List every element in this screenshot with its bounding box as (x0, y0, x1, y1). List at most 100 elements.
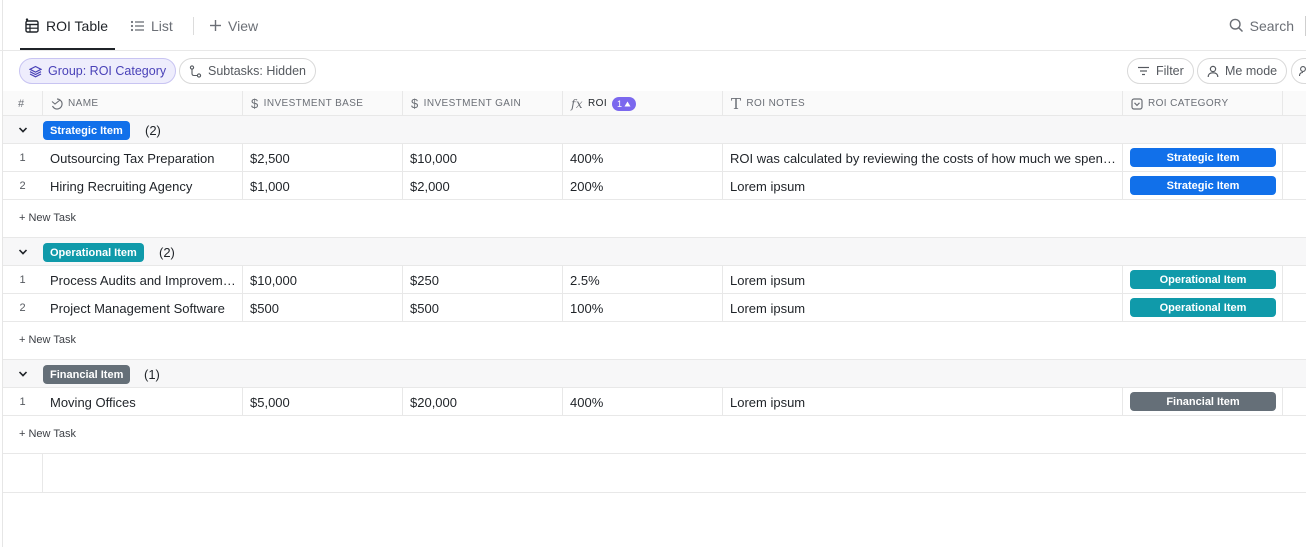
new-task-button[interactable]: + New Task (3, 322, 1306, 360)
column-divider (42, 454, 43, 493)
roi-notes-value: Lorem ipsum (730, 272, 806, 288)
roi-notes-cell[interactable]: Lorem ipsum (723, 172, 1123, 200)
category-badge[interactable]: Operational Item (1130, 270, 1276, 289)
chevron-down-icon[interactable] (17, 246, 29, 258)
me-mode-button[interactable]: Me mode (1197, 58, 1288, 84)
group-header-strategic[interactable]: Strategic Item (2) (3, 116, 1306, 144)
investment-base-value: $2,500 (250, 150, 290, 166)
category-badge[interactable]: Financial Item (1130, 392, 1276, 411)
column-divider (1122, 91, 1123, 116)
group-by-button[interactable]: Group: ROI Category (19, 58, 177, 84)
table-row[interactable]: 2 Project Management Software $500 $500 … (3, 294, 1306, 322)
category-badge[interactable]: Strategic Item (1130, 148, 1276, 167)
roi-table-app: ROI Table List View Search Group: ROI Ca… (0, 0, 1306, 547)
investment-base-cell[interactable]: $5,000 (243, 388, 403, 416)
investment-base-cell[interactable]: $2,500 (243, 144, 403, 172)
column-header-investment-gain[interactable]: $ INVESTMENT GAIN (403, 91, 521, 116)
column-header-roi[interactable]: fx ROI 1 (563, 91, 637, 116)
table-row[interactable]: 1 Outsourcing Tax Preparation $2,500 $10… (3, 144, 1306, 172)
task-name: Hiring Recruiting Agency (50, 178, 193, 194)
column-divider (242, 388, 243, 416)
filter-button[interactable]: Filter (1127, 58, 1194, 84)
group-count: (1) (144, 367, 160, 382)
column-divider (562, 91, 563, 116)
investment-gain-cell[interactable]: $500 (403, 294, 563, 322)
row-number: 2 (19, 302, 26, 314)
column-divider (1282, 91, 1283, 116)
column-divider (1282, 388, 1283, 416)
row-number: 1 (19, 152, 26, 164)
column-divider (402, 91, 403, 116)
column-divider (1282, 144, 1283, 200)
group-header-financial[interactable]: Financial Item (1) (3, 360, 1306, 388)
investment-gain-value: $20,000 (410, 394, 457, 410)
column-header-investment-base[interactable]: $ INVESTMENT BASE (243, 91, 363, 116)
tab-separator (193, 17, 194, 35)
column-header-roi-category[interactable]: ROI CATEGORY (1123, 91, 1229, 116)
task-name-cell[interactable]: Process Audits and Improvements (43, 266, 243, 294)
column-divider (562, 388, 563, 416)
investment-base-cell[interactable]: $10,000 (243, 266, 403, 294)
investment-gain-cell[interactable]: $10,000 (403, 144, 563, 172)
tab-label: View (228, 17, 259, 34)
tab-label: ROI Table (46, 17, 108, 34)
tab-roi-table[interactable]: ROI Table (24, 0, 108, 51)
roi-notes-cell[interactable]: Lorem ipsum (723, 266, 1123, 294)
column-divider (402, 144, 403, 200)
currency-icon: $ (251, 96, 259, 111)
roi-value: 400% (570, 150, 604, 166)
investment-base-cell[interactable]: $500 (243, 294, 403, 322)
column-label: NAME (68, 98, 99, 109)
roi-notes-cell[interactable]: Lorem ipsum (723, 294, 1123, 322)
new-task-button[interactable]: + New Task (3, 416, 1306, 454)
tab-list[interactable]: List (130, 0, 173, 51)
table-row[interactable]: 1 Moving Offices $5,000 $20,000 400% Lor… (3, 388, 1306, 416)
investment-gain-value: $10,000 (410, 150, 457, 166)
subtasks-icon (189, 64, 202, 78)
roi-cell: 100% (563, 294, 723, 322)
table-row[interactable]: 2 Hiring Recruiting Agency $1,000 $2,000… (3, 172, 1306, 200)
investment-gain-value: $250 (410, 272, 439, 288)
column-divider (42, 91, 43, 116)
table-row[interactable]: 1 Process Audits and Improvements $10,00… (3, 266, 1306, 294)
row-number: 2 (19, 180, 26, 192)
column-divider (242, 144, 243, 200)
roi-notes-cell[interactable]: Lorem ipsum (723, 388, 1123, 416)
category-badge[interactable]: Operational Item (1130, 298, 1276, 317)
column-header-name[interactable]: NAME (43, 91, 99, 116)
chevron-down-icon[interactable] (17, 124, 29, 136)
chevron-down-icon[interactable] (17, 368, 29, 380)
group-header-operational[interactable]: Operational Item (2) (3, 238, 1306, 266)
sort-badge[interactable]: 1 (612, 96, 637, 111)
task-name-cell[interactable]: Moving Offices (43, 388, 243, 416)
roi-cell: 400% (563, 144, 723, 172)
task-name-cell[interactable]: Outsourcing Tax Preparation (43, 144, 243, 172)
add-view-button[interactable]: View (209, 0, 258, 51)
group-count: (2) (159, 245, 175, 260)
new-task-button[interactable]: + New Task (3, 200, 1306, 238)
investment-gain-cell[interactable]: $20,000 (403, 388, 563, 416)
row-number: 1 (19, 274, 26, 286)
investment-base-cell[interactable]: $1,000 (243, 172, 403, 200)
task-name-cell[interactable]: Hiring Recruiting Agency (43, 172, 243, 200)
search-button[interactable]: Search (1229, 0, 1294, 51)
filter-icon (1137, 65, 1150, 77)
roi-cell: 2.5% (563, 266, 723, 294)
assignee-button[interactable] (1291, 58, 1306, 84)
column-label: # (18, 97, 25, 110)
column-divider (562, 144, 563, 200)
column-divider (722, 266, 723, 322)
roi-value: 200% (570, 178, 604, 194)
roi-notes-cell[interactable]: ROI was calculated by reviewing the cost… (723, 144, 1123, 172)
search-label: Search (1249, 17, 1294, 34)
me-mode-label: Me mode (1225, 64, 1278, 78)
plus-icon (209, 19, 222, 32)
task-name-cell[interactable]: Project Management Software (43, 294, 243, 322)
investment-gain-cell[interactable]: $250 (403, 266, 563, 294)
investment-gain-cell[interactable]: $2,000 (403, 172, 563, 200)
category-badge[interactable]: Strategic Item (1130, 176, 1276, 195)
column-header-roi-notes[interactable]: T ROI NOTES (723, 91, 805, 116)
column-label: INVESTMENT BASE (263, 98, 364, 109)
active-tab-indicator (20, 48, 115, 50)
subtasks-toggle-button[interactable]: Subtasks: Hidden (179, 58, 316, 84)
